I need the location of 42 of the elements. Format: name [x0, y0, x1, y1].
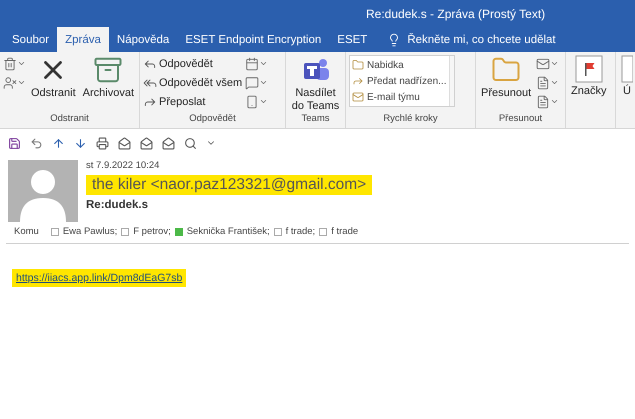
group-label: Odstranit — [49, 112, 90, 126]
tell-me-field[interactable]: Řekněte mi, co chcete udělat — [407, 34, 556, 46]
flag-icon — [574, 55, 603, 83]
quick-step-item[interactable]: E-mail týmu — [352, 89, 446, 105]
to-label: Komu — [14, 226, 39, 237]
window-title: Re:dudek.s - Zpráva (Prostý Text) — [366, 6, 546, 20]
body-link[interactable]: https://iiacs.app.link/Dpm8dEaG7sb — [12, 269, 186, 287]
ribbon-button[interactable]: Nasdílet do Teams — [289, 55, 342, 112]
quick-step-item[interactable]: Nabidka — [352, 57, 446, 73]
phone-icon[interactable] — [245, 93, 268, 110]
group-label: Přesunout — [498, 112, 544, 126]
recipient[interactable]: f trade — [331, 226, 358, 237]
folder-icon — [352, 59, 364, 71]
ribbon-button[interactable]: Přesunout — [479, 55, 534, 100]
quick-step-item[interactable]: Předat nadřízen... — [352, 73, 446, 89]
group-label: Teams — [300, 112, 330, 126]
meeting-icon[interactable] — [245, 55, 268, 72]
mail-icon — [352, 91, 364, 103]
recipient[interactable]: F petrov; — [133, 226, 171, 237]
ribbon-tab[interactable]: ESET — [329, 27, 376, 52]
group-label: Odpovědět — [188, 112, 237, 126]
ribbon-button[interactable]: Přeposlat — [143, 93, 242, 110]
ribbon-button[interactable]: Archivovat — [80, 55, 136, 100]
avatar — [8, 160, 78, 222]
recipient[interactable]: Seknička František; — [186, 226, 270, 237]
printer-icon[interactable] — [96, 134, 109, 152]
ribbon-button[interactable]: Odpovědět všem — [143, 74, 242, 91]
archive-icon — [93, 55, 124, 85]
ribbon-tab[interactable]: Soubor — [4, 27, 58, 52]
recipient[interactable]: f trade; — [286, 226, 316, 237]
ribbon-button[interactable]: Odstranit — [29, 55, 78, 100]
recipient[interactable]: Ewa Pawlus; — [62, 226, 118, 237]
ribbon-tab[interactable]: ESET Endpoint Encryption — [177, 27, 330, 52]
sent-date: st 7.9.2022 10:24 — [86, 160, 160, 171]
subject: Re:dudek.s — [86, 199, 149, 211]
ribbon-button[interactable]: Značky — [569, 55, 608, 98]
ribbon-tab[interactable]: Nápověda — [108, 27, 178, 52]
group-label: Rychlé kroky — [382, 112, 439, 126]
sender: the kiler <naor.paz123321@gmail.com> — [86, 175, 372, 195]
ribbon-button[interactable]: Odpovědět — [143, 55, 242, 72]
ribbon-tab[interactable]: Zpráva — [57, 27, 109, 52]
ribbon-button[interactable]: Ú — [619, 55, 635, 98]
